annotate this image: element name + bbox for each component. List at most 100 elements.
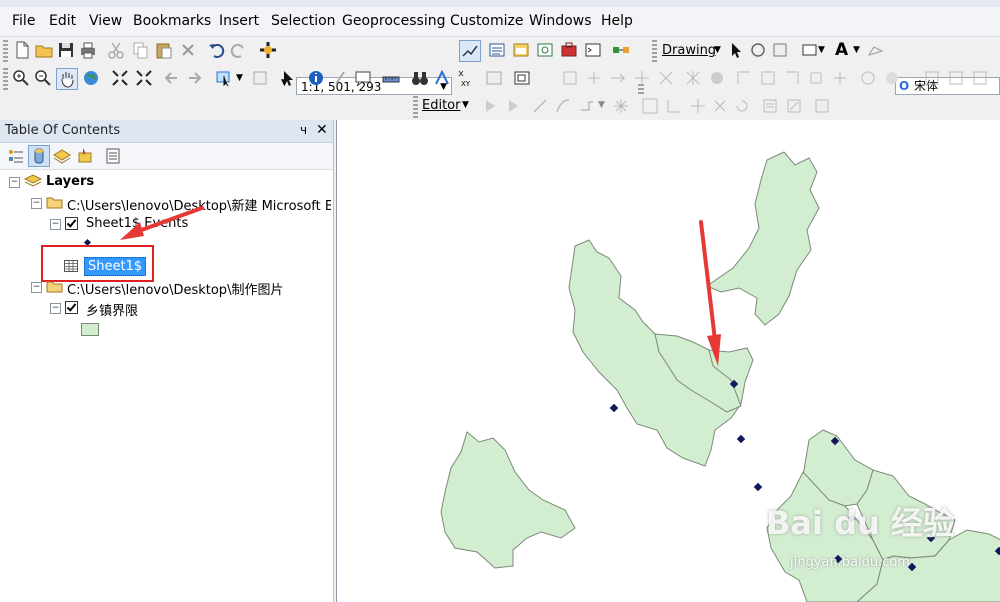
- drawing-dropdown-arrow[interactable]: ▼: [714, 45, 721, 55]
- pin-icon[interactable]: ч: [300, 123, 307, 137]
- copy-icon[interactable]: [130, 40, 150, 60]
- cut-icon[interactable]: [106, 40, 126, 60]
- layer-2-label[interactable]: 乡镇界限: [86, 300, 138, 319]
- select-dropdown-arrow[interactable]: ▼: [236, 73, 243, 83]
- extra-tool-2-icon[interactable]: [946, 68, 966, 88]
- new-document-icon[interactable]: [12, 40, 32, 60]
- clear-selection-icon[interactable]: [250, 68, 270, 88]
- catalog-window-icon[interactable]: [511, 40, 531, 60]
- construction-dropdown-arrow[interactable]: ▼: [598, 100, 605, 110]
- select-elements-icon[interactable]: [278, 68, 298, 88]
- collapse-layer-1-icon[interactable]: −: [50, 219, 61, 230]
- open-folder-icon[interactable]: [34, 40, 54, 60]
- python-window-icon[interactable]: [583, 40, 603, 60]
- menu-edit[interactable]: Edit: [48, 12, 77, 30]
- edit-annotation-icon[interactable]: [503, 96, 523, 116]
- topology-tool-4-icon[interactable]: [806, 68, 826, 88]
- create-viewer-window-icon[interactable]: [512, 68, 532, 88]
- toc-window-icon[interactable]: [487, 40, 507, 60]
- cut-polygons-icon[interactable]: [688, 96, 708, 116]
- select-features-icon[interactable]: [214, 68, 234, 88]
- reshape-feature-icon[interactable]: [664, 96, 684, 116]
- editor-toolbar-icon[interactable]: [459, 40, 481, 62]
- menu-view[interactable]: View: [88, 12, 123, 30]
- list-by-source-icon[interactable]: [28, 145, 50, 167]
- georef-tool-5-icon[interactable]: [656, 68, 676, 88]
- hyperlink-icon[interactable]: [330, 68, 350, 88]
- georef-tool-4-icon[interactable]: [632, 68, 652, 88]
- menu-help[interactable]: Help: [600, 12, 634, 30]
- toolbar-grip[interactable]: [3, 68, 8, 90]
- print-icon[interactable]: [78, 40, 98, 60]
- end-point-arc-icon[interactable]: [553, 96, 573, 116]
- edit-vertices-icon[interactable]: [640, 96, 660, 116]
- identify-icon[interactable]: [306, 68, 326, 88]
- full-extent-globe-icon[interactable]: [81, 68, 101, 88]
- close-icon[interactable]: ✕: [316, 122, 328, 138]
- measure-icon[interactable]: [381, 68, 401, 88]
- text-dropdown-arrow[interactable]: ▼: [853, 45, 860, 55]
- extra-tool-3-icon[interactable]: [970, 68, 990, 88]
- straight-segment-icon[interactable]: [530, 96, 550, 116]
- toolbar-grip[interactable]: [413, 96, 418, 118]
- point-tool-icon[interactable]: [611, 96, 631, 116]
- paste-icon[interactable]: [154, 40, 174, 60]
- rotate-feature-icon[interactable]: [732, 96, 752, 116]
- effects-tool-1-icon[interactable]: [683, 68, 703, 88]
- delete-icon[interactable]: [178, 40, 198, 60]
- collapse-folder-1-icon[interactable]: −: [31, 198, 42, 209]
- add-data-icon[interactable]: [258, 40, 278, 60]
- zoom-out-icon[interactable]: [33, 68, 53, 88]
- list-by-visibility-icon[interactable]: [52, 146, 72, 166]
- rotate-icon[interactable]: [748, 40, 768, 60]
- georef-tool-2-icon[interactable]: [584, 68, 604, 88]
- effects-tool-2-icon[interactable]: [707, 68, 727, 88]
- text-tool-icon[interactable]: A: [835, 40, 848, 60]
- edit-tool-icon[interactable]: [480, 96, 500, 116]
- collapse-layer-2-icon[interactable]: −: [50, 303, 61, 314]
- snapping-tool-2-icon[interactable]: [882, 68, 902, 88]
- topology-tool-5-icon[interactable]: [830, 68, 850, 88]
- menu-geoprocessing[interactable]: Geoprocessing: [341, 12, 446, 30]
- zoom-in-icon[interactable]: [11, 68, 31, 88]
- forward-extent-icon[interactable]: [184, 68, 204, 88]
- topology-tool-1-icon[interactable]: [734, 68, 754, 88]
- model-builder-icon[interactable]: [611, 40, 631, 60]
- collapse-layers-icon[interactable]: −: [9, 177, 20, 188]
- find-route-icon[interactable]: [432, 68, 452, 88]
- extra-tool-1-icon[interactable]: [922, 68, 942, 88]
- options-icon[interactable]: [103, 146, 123, 166]
- list-by-drawing-order-icon[interactable]: [6, 146, 26, 166]
- select-elements-icon[interactable]: [726, 40, 746, 60]
- toolbar-grip[interactable]: [652, 40, 657, 62]
- georef-tool-1-icon[interactable]: [560, 68, 580, 88]
- layer-2-visibility-checkbox[interactable]: [65, 301, 78, 314]
- fixed-zoom-out-icon[interactable]: [134, 68, 154, 88]
- attributes-icon[interactable]: [760, 96, 780, 116]
- editor-menu[interactable]: Editor: [422, 98, 460, 113]
- go-to-xy-icon[interactable]: XY: [455, 68, 475, 88]
- sketch-properties-icon[interactable]: [784, 96, 804, 116]
- undo-icon[interactable]: [206, 40, 226, 60]
- find-binoculars-icon[interactable]: [410, 68, 430, 88]
- arctoolbox-icon[interactable]: [559, 40, 579, 60]
- time-slider-icon[interactable]: [484, 68, 504, 88]
- georef-tool-3-icon[interactable]: [608, 68, 628, 88]
- layer-1-visibility-checkbox[interactable]: [65, 217, 78, 230]
- toolbar-grip[interactable]: [3, 40, 8, 62]
- collapse-folder-2-icon[interactable]: −: [31, 282, 42, 293]
- create-features-icon[interactable]: [812, 96, 832, 116]
- fixed-zoom-in-icon[interactable]: [110, 68, 130, 88]
- drawing-menu[interactable]: Drawing: [662, 43, 716, 58]
- edit-vertices-icon[interactable]: [866, 40, 886, 60]
- editor-dropdown-arrow[interactable]: ▼: [462, 100, 469, 110]
- save-icon[interactable]: [56, 40, 76, 60]
- split-tool-icon[interactable]: [710, 96, 730, 116]
- trace-icon[interactable]: [577, 96, 597, 116]
- search-window-icon[interactable]: [535, 40, 555, 60]
- zoom-whole-page-icon[interactable]: [770, 40, 790, 60]
- topology-tool-3-icon[interactable]: [782, 68, 802, 88]
- pan-hand-icon[interactable]: [56, 68, 78, 90]
- folder-path-2[interactable]: C:\Users\lenovo\Desktop\制作图片: [67, 279, 283, 298]
- redo-icon[interactable]: [229, 40, 249, 60]
